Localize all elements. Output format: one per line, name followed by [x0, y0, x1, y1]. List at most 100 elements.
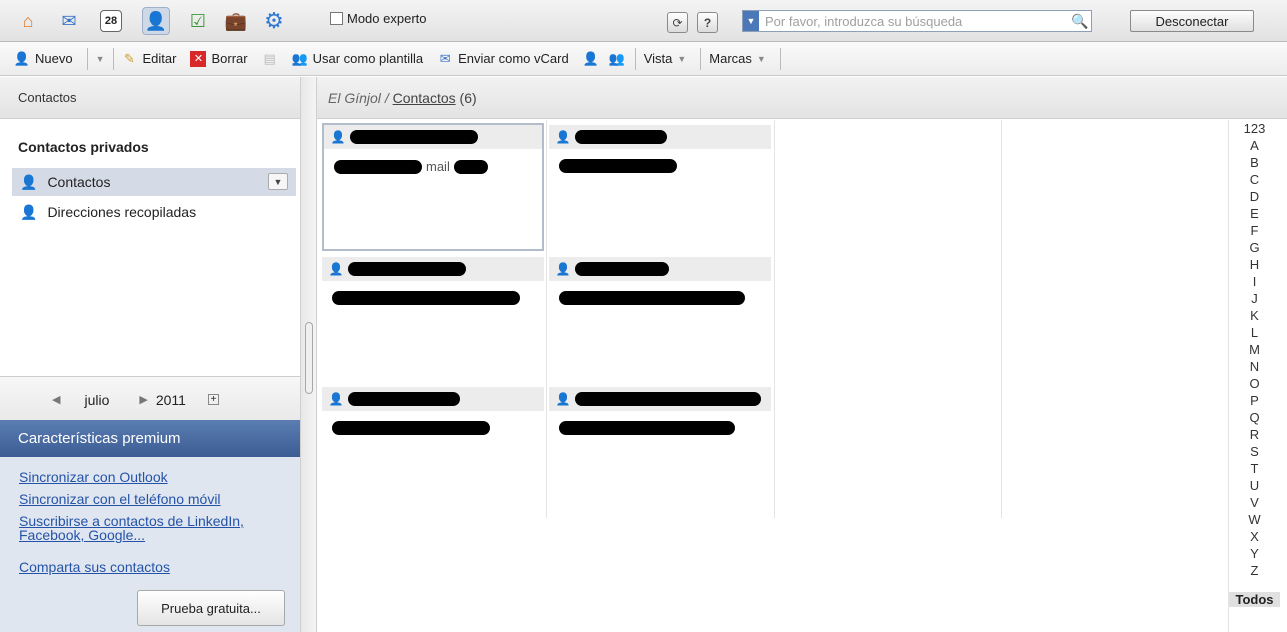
splitter-handle[interactable] — [305, 322, 313, 394]
alphabet-letter[interactable]: T — [1229, 462, 1280, 475]
breadcrumb: El Gínjol / Contactos (6) — [317, 77, 1287, 119]
alphabet-letter[interactable]: V — [1229, 496, 1280, 509]
alphabet-all-button[interactable]: Todos — [1229, 592, 1280, 607]
alphabet-letter[interactable]: M — [1229, 343, 1280, 356]
contact-card[interactable]: 👤 — [549, 387, 771, 515]
chevron-down-icon: ▼ — [756, 53, 766, 64]
alphabet-letter[interactable]: J — [1229, 292, 1280, 305]
help-button[interactable]: ? — [697, 12, 718, 33]
alphabet-letter[interactable]: X — [1229, 530, 1280, 543]
print-button[interactable]: ▤ — [262, 51, 278, 67]
next-month-icon[interactable]: ▶ — [139, 393, 147, 406]
alphabet-letter[interactable]: E — [1229, 207, 1280, 220]
send-vcard-button[interactable]: ✉ Enviar como vCard — [437, 51, 569, 67]
alphabet-letter[interactable]: Z — [1229, 564, 1280, 577]
toolbar-divider — [86, 47, 88, 70]
sync-mobile-link[interactable]: Sincronizar con el teléfono móvil — [19, 492, 221, 506]
share-contact-button[interactable]: 👥 — [609, 51, 625, 67]
expert-mode-checkbox[interactable] — [330, 12, 343, 25]
search-input[interactable] — [759, 12, 1069, 30]
toolbar-divider — [700, 47, 702, 70]
sync-outlook-link[interactable]: Sincronizar con Outlook — [19, 470, 168, 484]
alphabet-letter[interactable]: Q — [1229, 411, 1280, 424]
new-dropdown-button[interactable]: ▼ — [96, 54, 105, 64]
move-contact-button[interactable]: 👤 — [583, 51, 599, 67]
alphabet-letter[interactable]: F — [1229, 224, 1280, 237]
folder-item-contacts[interactable]: 👤 Contactos ▼ — [12, 168, 296, 196]
column-divider — [546, 120, 547, 518]
calendar-icon[interactable]: 28 — [100, 10, 122, 32]
contact-card[interactable]: 👤 — [549, 125, 771, 253]
new-button[interactable]: 👤 Nuevo — [14, 51, 73, 67]
contact-card-icon: 👤 — [555, 262, 571, 276]
expand-calendar-icon[interactable]: + — [207, 394, 219, 405]
contacts-icon[interactable]: 👤 — [142, 7, 170, 35]
refresh-button[interactable]: ⟳ — [667, 12, 688, 33]
alphabet-letter[interactable]: A — [1229, 139, 1280, 152]
alphabet-letter[interactable]: Y — [1229, 547, 1280, 560]
alphabet-letter[interactable]: K — [1229, 309, 1280, 322]
contact-card[interactable]: 👤 — [322, 387, 544, 515]
search-box: ▼ 🔍 — [742, 10, 1092, 32]
view-menu-button[interactable]: Vista ▼ — [644, 51, 687, 66]
alphabet-letter[interactable]: O — [1229, 377, 1280, 390]
settings-icon[interactable]: ⚙ — [260, 7, 288, 35]
redacted-name — [350, 130, 478, 144]
home-icon[interactable]: ⌂ — [14, 7, 42, 35]
alphabet-index: 123 A B C D E F G H I J K L M N O P Q R S T U V W X Y Z Todos — [1228, 120, 1287, 632]
alphabet-letter[interactable]: 123 — [1229, 122, 1280, 135]
help-icon: ? — [703, 15, 712, 30]
contact-card[interactable]: 👤 mail — [322, 123, 544, 251]
refresh-icon: ⟳ — [672, 15, 683, 30]
breadcrumb-root[interactable]: El Gínjol — [328, 90, 381, 106]
alphabet-letter[interactable]: G — [1229, 241, 1280, 254]
delete-button[interactable]: ✕ Borrar — [190, 50, 248, 67]
files-icon[interactable]: 💼 — [222, 7, 250, 35]
redacted-email — [453, 159, 488, 174]
share-contact-icon: 👥 — [608, 50, 625, 66]
folder-item-collected-addresses[interactable]: 👤 Direcciones recopiladas — [12, 198, 296, 226]
edit-button[interactable]: ✎ Editar — [122, 51, 176, 67]
search-scope-dropdown[interactable]: ▼ — [743, 11, 759, 31]
expert-mode-toggle[interactable]: Modo experto — [330, 11, 427, 26]
prev-month-icon[interactable]: ◀ — [52, 393, 60, 406]
alphabet-letter[interactable]: H — [1229, 258, 1280, 271]
search-icon[interactable]: 🔍 — [1069, 13, 1091, 30]
contact-card[interactable]: 👤 — [549, 257, 771, 385]
alphabet-letter[interactable]: U — [1229, 479, 1280, 492]
tags-menu-button[interactable]: Marcas ▼ — [709, 51, 766, 66]
alphabet-letter[interactable]: N — [1229, 360, 1280, 373]
premium-features-header: Características premium — [0, 420, 300, 457]
chevron-down-icon: ▼ — [677, 53, 687, 64]
left-panel-title: Contactos — [18, 90, 77, 105]
contact-card[interactable]: 👤 — [322, 257, 544, 385]
alphabet-letter[interactable]: D — [1229, 190, 1280, 203]
free-trial-button[interactable]: Prueba gratuita... — [137, 590, 285, 626]
breadcrumb-separator: / — [384, 90, 389, 106]
contact-card-icon: 👤 — [328, 262, 344, 276]
panel-splitter[interactable] — [300, 77, 317, 632]
contact-count: (6) — [459, 90, 477, 106]
alphabet-letter[interactable]: I — [1229, 275, 1280, 288]
vcard-label: Enviar como vCard — [458, 51, 569, 66]
alphabet-letter[interactable]: C — [1229, 173, 1280, 186]
chevron-down-icon: ▼ — [95, 53, 105, 64]
logout-button[interactable]: Desconectar — [1130, 10, 1254, 32]
alphabet-letter[interactable]: W — [1229, 513, 1280, 526]
folders-title: Contactos privados — [18, 139, 149, 155]
alphabet-letter[interactable]: B — [1229, 156, 1280, 169]
alphabet-letter[interactable]: R — [1229, 428, 1280, 441]
alphabet-letter[interactable]: S — [1229, 445, 1280, 458]
tasks-icon[interactable]: ☑ — [184, 7, 212, 35]
redacted-email — [332, 421, 490, 435]
alphabet-letter[interactable]: L — [1229, 326, 1280, 339]
contact-card-icon: 👤 — [555, 392, 571, 406]
breadcrumb-folder-link[interactable]: Contactos — [393, 90, 456, 106]
left-panel-header: Contactos — [0, 77, 300, 119]
mail-icon[interactable]: ✉ — [55, 7, 83, 35]
folder-menu-button[interactable]: ▼ — [268, 173, 288, 190]
alphabet-letter[interactable]: P — [1229, 394, 1280, 407]
subscribe-social-link[interactable]: Suscribirse a contactos de LinkedIn, Fac… — [19, 514, 249, 542]
share-contacts-link[interactable]: Comparta sus contactos — [19, 560, 170, 574]
use-as-template-button[interactable]: 👥 Usar como plantilla — [292, 51, 424, 67]
